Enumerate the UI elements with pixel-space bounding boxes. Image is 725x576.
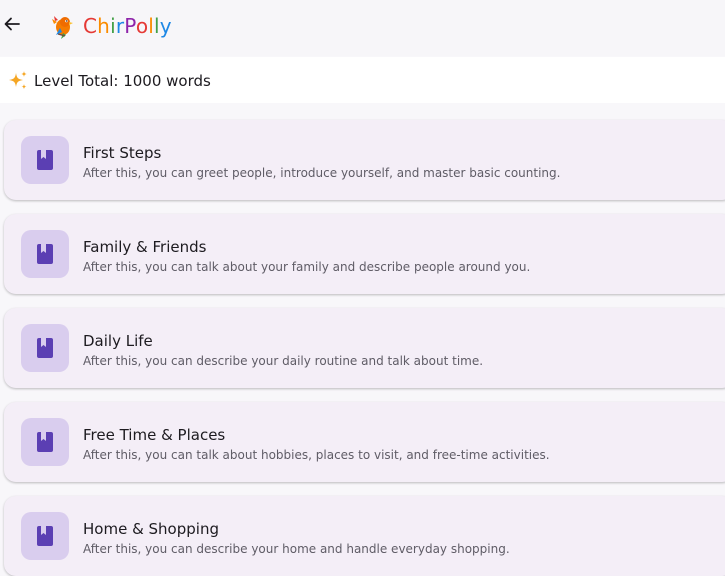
brand-letter: h	[97, 14, 111, 38]
unit-card-first-steps[interactable]: First Steps After this, you can greet pe…	[4, 120, 725, 200]
sparkle-icon	[7, 70, 29, 92]
brand-letter: C	[83, 14, 98, 38]
unit-card-daily-life[interactable]: Daily Life After this, you can describe …	[4, 308, 725, 388]
book-icon	[37, 432, 53, 452]
unit-description: After this, you can talk about your fami…	[83, 260, 531, 274]
unit-title: Free Time & Places	[83, 426, 226, 444]
unit-icon-container	[21, 136, 69, 184]
unit-card-free-time-places[interactable]: Free Time & Places After this, you can t…	[4, 402, 725, 482]
brand-letter: o	[135, 14, 149, 38]
app-bar: ChirPolly	[0, 0, 725, 56]
unit-title: Daily Life	[83, 332, 153, 350]
unit-title: Home & Shopping	[83, 520, 219, 538]
unit-description: After this, you can describe your home a…	[83, 542, 510, 556]
unit-icon-container	[21, 512, 69, 560]
brand-letter: P	[124, 14, 136, 38]
unit-icon-container	[21, 324, 69, 372]
unit-description: After this, you can describe your daily …	[83, 354, 484, 368]
unit-card-home-shopping[interactable]: Home & Shopping After this, you can desc…	[4, 496, 725, 576]
level-total-bar: Level Total: 1000 words	[0, 57, 725, 103]
unit-description: After this, you can greet people, introd…	[83, 166, 561, 180]
unit-description: After this, you can talk about hobbies, …	[83, 448, 550, 462]
book-icon	[37, 150, 53, 170]
brand-letter: r	[115, 14, 125, 38]
unit-icon-container	[21, 230, 69, 278]
back-button[interactable]	[2, 12, 22, 36]
unit-icon-container	[21, 418, 69, 466]
arrow-left-icon	[4, 17, 20, 31]
book-icon	[37, 526, 53, 546]
book-icon	[37, 244, 53, 264]
book-icon	[37, 338, 53, 358]
unit-title: First Steps	[83, 144, 162, 162]
brand-name: ChirPolly	[83, 13, 172, 39]
level-total-text: Level Total: 1000 words	[34, 72, 211, 90]
parrot-logo-icon	[48, 13, 76, 39]
unit-title: Family & Friends	[83, 238, 207, 256]
brand-letter: y	[159, 14, 172, 38]
unit-card-family-friends[interactable]: Family & Friends After this, you can tal…	[4, 214, 725, 294]
